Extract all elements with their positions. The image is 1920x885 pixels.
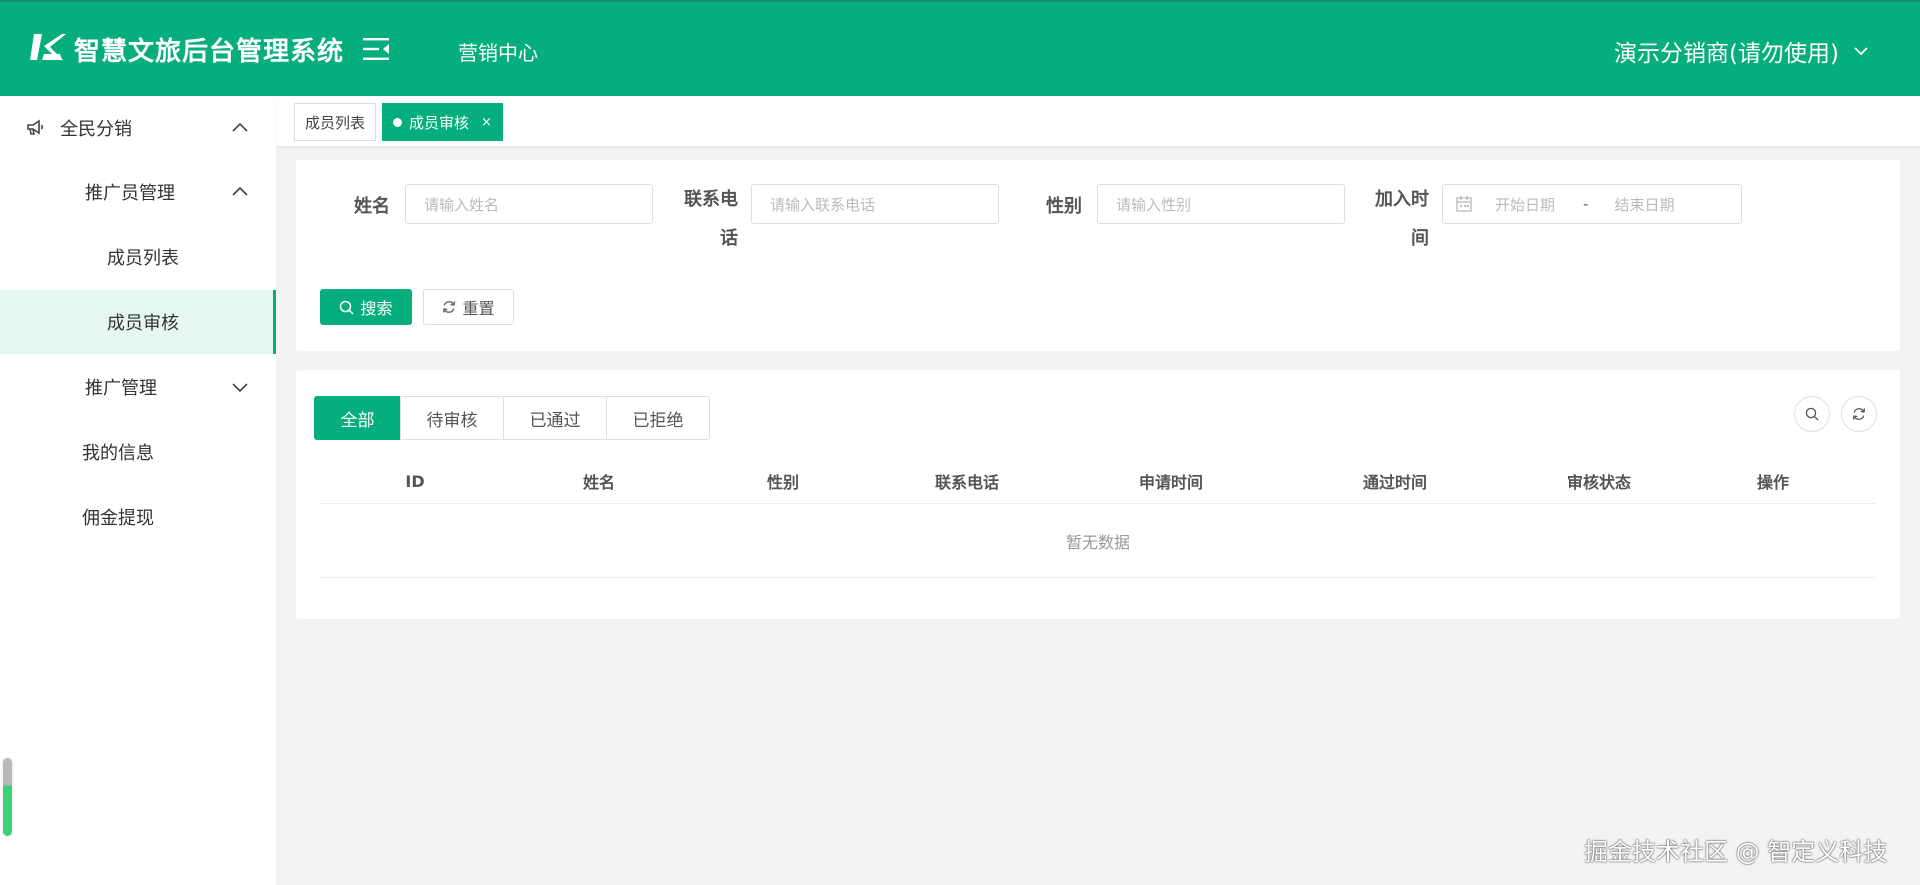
search-button-label: 搜索 <box>360 299 393 318</box>
header-top-border <box>0 0 1920 2</box>
page-tab-label: 成员列表 <box>305 113 366 132</box>
start-date-input[interactable]: 开始日期 <box>1495 194 1555 215</box>
sidebar-item-label: 我的信息 <box>82 443 154 464</box>
logo-icon <box>30 34 66 60</box>
refresh-icon <box>443 301 456 313</box>
phone-label: 联系电话 <box>684 189 738 249</box>
sidebar-item-promoter-management[interactable]: 推广员管理 <box>0 160 276 224</box>
gender-label: 性别 <box>1046 196 1082 217</box>
column-header-approve-time: 通过时间 <box>1362 473 1427 492</box>
chevron-down-icon <box>232 383 248 393</box>
user-name: 演示分销商(请勿使用) <box>1614 41 1839 67</box>
close-icon[interactable]: × <box>481 115 492 130</box>
sidebar-item-label: 推广管理 <box>85 378 157 399</box>
join-date-range-picker[interactable]: 开始日期 - 结束日期 <box>1442 184 1742 224</box>
search-icon <box>340 300 355 315</box>
table-empty-state: 暂无数据 <box>320 504 1876 578</box>
column-header-gender: 性别 <box>766 473 799 492</box>
sidebar-item-label: 成员列表 <box>107 248 179 269</box>
sidebar-item-label: 推广员管理 <box>85 183 175 204</box>
page-tab-member-review[interactable]: 成员审核 × <box>382 103 503 141</box>
status-tab-pending[interactable]: 待审核 <box>400 396 504 440</box>
refresh-table-button[interactable] <box>1841 396 1877 432</box>
column-header-review-status: 审核状态 <box>1566 473 1631 492</box>
member-table-card: 全部 待审核 已通过 已拒绝 ID 姓名 性别 联系电话 申请时间 通过时间 审… <box>296 370 1900 619</box>
table-header: ID 姓名 性别 联系电话 申请时间 通过时间 审核状态 操作 <box>320 458 1876 504</box>
name-input[interactable]: 请输入姓名 <box>405 184 653 224</box>
sidebar-group-label: 全民分销 <box>60 119 132 140</box>
join-time-label: 加入时间 <box>1375 189 1429 249</box>
calendar-icon <box>1456 196 1472 212</box>
sidebar-item-member-review[interactable]: 成员审核 <box>0 290 276 354</box>
chevron-up-icon <box>232 122 248 132</box>
user-menu[interactable]: 演示分销商(请勿使用) <box>1614 34 1869 68</box>
refresh-icon <box>1852 408 1866 420</box>
end-date-input[interactable]: 结束日期 <box>1614 194 1674 215</box>
page-tab-member-list[interactable]: 成员列表 <box>294 103 377 141</box>
status-tab-all[interactable]: 全部 <box>314 396 401 440</box>
top-header: 智慧文旅后台管理系统 营销中心 演示分销商(请勿使用) <box>0 0 1920 96</box>
sidebar-scrollbar[interactable] <box>3 758 12 836</box>
gender-input[interactable]: 请输入性别 <box>1097 184 1345 224</box>
status-tab-rejected[interactable]: 已拒绝 <box>606 396 710 440</box>
active-dot-icon <box>393 117 402 127</box>
phone-input[interactable]: 请输入联系电话 <box>751 184 999 224</box>
page-tab-label: 成员审核 <box>409 113 470 132</box>
status-tab-approved[interactable]: 已通过 <box>503 396 607 440</box>
chevron-up-icon <box>232 186 248 196</box>
column-header-id: ID <box>405 471 425 491</box>
status-filter-tabs: 全部 待审核 已通过 已拒绝 <box>314 396 710 440</box>
page-tabs-bar: 成员列表 成员审核 × <box>276 96 1920 146</box>
toggle-search-button[interactable] <box>1794 396 1830 432</box>
column-header-name: 姓名 <box>582 473 615 492</box>
header-nav-marketing-center[interactable]: 营销中心 <box>458 37 538 66</box>
sidebar-item-promotion-management[interactable]: 推广管理 <box>0 355 276 419</box>
menu-fold-icon[interactable] <box>362 36 390 62</box>
search-icon <box>1805 407 1819 421</box>
sidebar-item-my-info[interactable]: 我的信息 <box>0 420 276 484</box>
search-button[interactable]: 搜索 <box>320 289 412 325</box>
range-separator: - <box>1583 195 1589 213</box>
sidebar-item-member-list[interactable]: 成员列表 <box>0 225 276 289</box>
sidebar-item-commission-withdrawal[interactable]: 佣金提现 <box>0 485 276 549</box>
sidebar: 全民分销 推广员管理 成员列表 成员审核 推广管理 我的信息 佣金提现 <box>0 96 276 885</box>
sidebar-group-all-distribution[interactable]: 全民分销 <box>0 96 276 160</box>
column-header-actions: 操作 <box>1756 473 1789 492</box>
column-header-apply-time: 申请时间 <box>1138 473 1203 492</box>
sidebar-item-label: 佣金提现 <box>82 508 154 529</box>
megaphone-icon <box>27 119 44 135</box>
column-header-phone: 联系电话 <box>934 473 999 492</box>
reset-button[interactable]: 重置 <box>423 289 514 325</box>
chevron-down-icon <box>1854 47 1868 56</box>
watermark: 掘金技术社区 @ 智定义科技 <box>1584 838 1888 866</box>
app-title: 智慧文旅后台管理系统 <box>74 37 345 67</box>
reset-button-label: 重置 <box>462 299 495 318</box>
name-label: 姓名 <box>354 196 390 217</box>
sidebar-item-label: 成员审核 <box>107 313 179 334</box>
search-form-card: 姓名 请输入姓名 联系电话 请输入联系电话 性别 请输入性别 加入时间 开始日期… <box>296 160 1900 351</box>
